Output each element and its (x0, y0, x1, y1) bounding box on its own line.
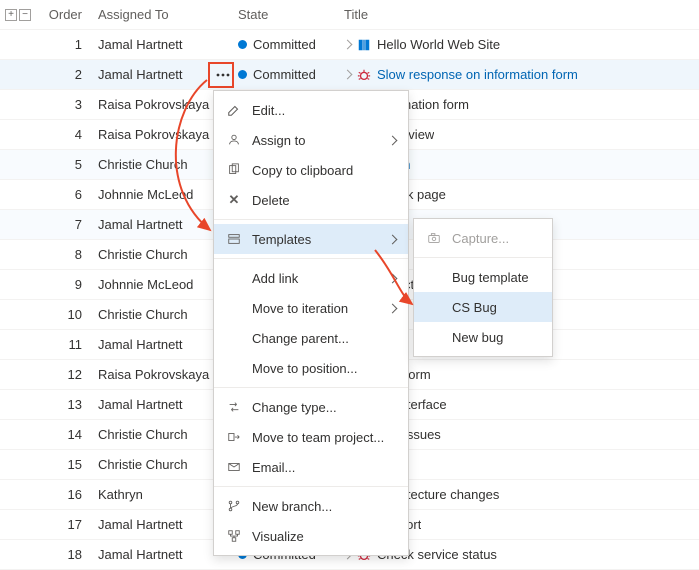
move-icon (226, 429, 242, 445)
menu-email[interactable]: Email... (214, 452, 408, 482)
cell-assigned: Johnnie McLeod (96, 277, 212, 292)
cell-assigned: Jamal Hartnett (96, 397, 212, 412)
cell-order: 13 (36, 397, 96, 412)
cell-order: 12 (36, 367, 96, 382)
swap-icon (226, 399, 242, 415)
cell-order: 9 (36, 277, 96, 292)
cell-assigned: Jamal Hartnett (96, 547, 212, 562)
state-dot-icon (238, 40, 247, 49)
menu-templates[interactable]: Templates (214, 224, 408, 254)
submenu-bug-template[interactable]: Bug template (414, 262, 552, 292)
collapse-all-icon[interactable]: − (19, 9, 31, 21)
visualize-icon (226, 528, 242, 544)
expand-all-icon[interactable]: + (5, 9, 17, 21)
menu-edit[interactable]: Edit... (214, 95, 408, 125)
submenu-cs-bug[interactable]: CS Bug (414, 292, 552, 322)
cell-assigned: Christie Church (96, 427, 212, 442)
menu-add-link[interactable]: Add link (214, 263, 408, 293)
title-text[interactable]: Slow response on information form (377, 67, 578, 82)
chevron-right-icon (343, 70, 353, 80)
menu-move-to-position[interactable]: Move to position... (214, 353, 408, 383)
templates-submenu: Capture... Bug template CS Bug New bug (413, 218, 553, 357)
column-state[interactable]: State (234, 7, 342, 22)
column-assigned[interactable]: Assigned To (96, 7, 212, 22)
branch-icon (226, 498, 242, 514)
submenu-new-bug[interactable]: New bug (414, 322, 552, 352)
cell-title: Slow response on information form (342, 67, 699, 82)
cell-state: Committed (234, 37, 342, 52)
menu-new-branch[interactable]: New branch... (214, 491, 408, 521)
state-dot-icon (238, 70, 247, 79)
cell-order: 17 (36, 517, 96, 532)
cell-order: 10 (36, 307, 96, 322)
menu-change-parent[interactable]: Change parent... (214, 323, 408, 353)
menu-assign-to[interactable]: Assign to (214, 125, 408, 155)
cell-assigned: Raisa Pokrovskaya (96, 367, 212, 382)
cell-assigned: Jamal Hartnett (96, 67, 212, 82)
cell-order: 11 (36, 337, 96, 352)
cell-order: 15 (36, 457, 96, 472)
grid-header: + − Order Assigned To State Title (0, 0, 699, 30)
submenu-capture[interactable]: Capture... (414, 223, 552, 253)
context-menu: Edit... Assign to Copy to clipboard ✕ De… (213, 90, 409, 556)
chevron-right-icon (388, 234, 398, 244)
chevron-right-icon (388, 273, 398, 283)
cell-order: 5 (36, 157, 96, 172)
cell-assigned: Christie Church (96, 157, 212, 172)
copy-icon (226, 162, 242, 178)
table-row[interactable]: 1Jamal Hartnett Committed Hello World Web … (0, 30, 699, 60)
menu-delete[interactable]: ✕ Delete (214, 185, 408, 215)
chevron-right-icon (388, 135, 398, 145)
cell-assigned: Raisa Pokrovskaya (96, 127, 212, 142)
cell-assigned: Christie Church (96, 307, 212, 322)
cell-order: 7 (36, 217, 96, 232)
column-title[interactable]: Title (342, 7, 699, 22)
mail-icon (226, 459, 242, 475)
chevron-right-icon (343, 40, 353, 50)
menu-move-to-team[interactable]: Move to team project... (214, 422, 408, 452)
menu-copy[interactable]: Copy to clipboard (214, 155, 408, 185)
person-icon (226, 132, 242, 148)
book-icon (357, 38, 371, 52)
cell-assigned: Jamal Hartnett (96, 217, 212, 232)
cell-assigned: Johnnie McLeod (96, 187, 212, 202)
cell-order: 6 (36, 187, 96, 202)
column-order[interactable]: Order (36, 7, 96, 22)
camera-icon (426, 230, 442, 246)
cell-state: Committed (234, 67, 342, 82)
title-text: Hello World Web Site (377, 37, 500, 52)
delete-icon: ✕ (226, 192, 242, 208)
templates-icon (226, 231, 242, 247)
cell-order: 14 (36, 427, 96, 442)
cell-order: 18 (36, 547, 96, 562)
cell-assigned: Jamal Hartnett (96, 337, 212, 352)
cell-order: 2 (36, 67, 96, 82)
bug-icon (357, 68, 371, 82)
cell-assigned: Raisa Pokrovskaya (96, 97, 212, 112)
menu-change-type[interactable]: Change type... (214, 392, 408, 422)
cell-assigned: Christie Church (96, 457, 212, 472)
cell-title: Hello World Web Site (342, 37, 699, 52)
cell-order: 1 (36, 37, 96, 52)
table-row[interactable]: 2Jamal Hartnett Committed Slow response on… (0, 60, 699, 90)
cell-order: 3 (36, 97, 96, 112)
cell-assigned: Kathryn (96, 487, 212, 502)
cell-assigned: Jamal Hartnett (96, 517, 212, 532)
cell-order: 8 (36, 247, 96, 262)
cell-assigned: Jamal Hartnett (96, 37, 212, 52)
cell-order: 4 (36, 127, 96, 142)
cell-assigned: Christie Church (96, 247, 212, 262)
menu-move-to-iteration[interactable]: Move to iteration (214, 293, 408, 323)
menu-visualize[interactable]: Visualize (214, 521, 408, 551)
chevron-right-icon (388, 303, 398, 313)
cell-order: 16 (36, 487, 96, 502)
more-actions-button[interactable] (214, 66, 232, 84)
pencil-icon (226, 102, 242, 118)
